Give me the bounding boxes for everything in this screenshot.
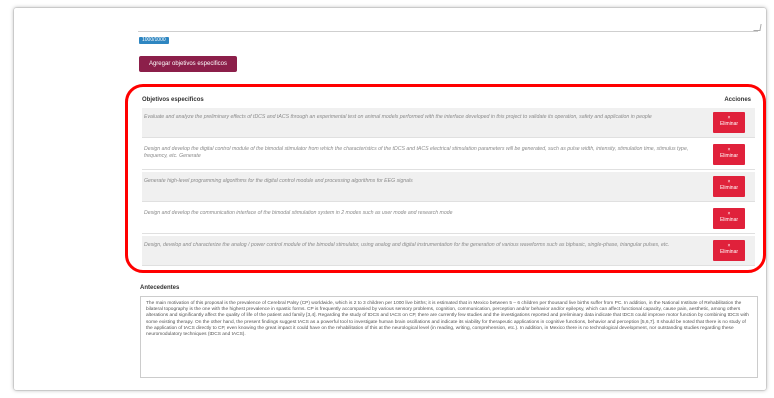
actions-column-header: Acciones — [724, 97, 751, 103]
character-count-badge: 1000/1000 — [139, 37, 169, 44]
objectives-table-header: Objetivos especificos Acciones — [142, 95, 755, 107]
textarea-bottom-edge — [138, 31, 758, 32]
delete-label: Eliminar — [719, 121, 739, 127]
objective-row: Design, develop and characterize the ana… — [142, 236, 755, 266]
delete-label: Eliminar — [719, 153, 739, 159]
delete-label: Eliminar — [719, 217, 739, 223]
antecedentes-textarea[interactable]: The main motivation of this proposal is … — [140, 296, 758, 378]
delete-button[interactable]: × Eliminar — [713, 240, 745, 261]
objective-text: Evaluate and analyze the preliminary eff… — [144, 114, 652, 120]
objectives-column-header: Objetivos especificos — [142, 97, 204, 103]
delete-label: Eliminar — [719, 249, 739, 255]
objective-row: Design and develop the communication int… — [142, 204, 755, 234]
delete-button[interactable]: × Eliminar — [713, 176, 745, 197]
delete-label: Eliminar — [719, 185, 739, 191]
objective-row: Evaluate and analyze the preliminary eff… — [142, 108, 755, 138]
delete-button[interactable]: × Eliminar — [713, 112, 745, 133]
objective-text: Generate high-level programming algorith… — [144, 178, 413, 184]
objective-text: Design and develop the digital control m… — [144, 146, 689, 159]
delete-button[interactable]: × Eliminar — [713, 144, 745, 165]
antecedentes-label: Antecedentes — [140, 285, 180, 291]
objectives-list: Evaluate and analyze the preliminary eff… — [142, 108, 755, 268]
delete-button[interactable]: × Eliminar — [713, 208, 745, 229]
resize-grip-icon[interactable] — [753, 24, 762, 31]
objective-text: Design, develop and characterize the ana… — [144, 242, 670, 248]
add-objectives-button[interactable]: Agregar objetivos especificos — [139, 56, 237, 72]
objective-text: Design and develop the communication int… — [144, 210, 453, 216]
objective-row: Generate high-level programming algorith… — [142, 172, 755, 202]
objective-row: Design and develop the digital control m… — [142, 140, 755, 170]
